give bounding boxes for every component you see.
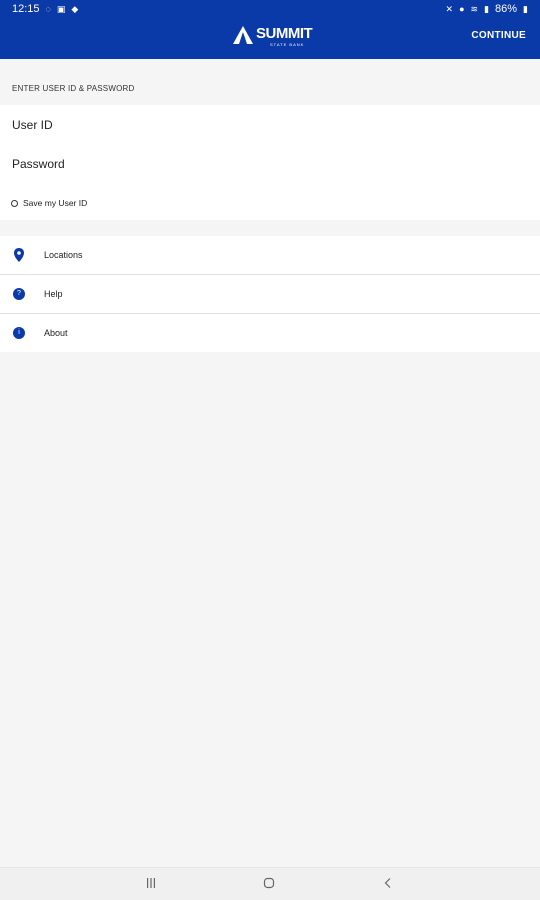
user-id-field[interactable]: User ID bbox=[12, 118, 53, 132]
summit-logo: SUMMIT STATE BANK bbox=[233, 25, 313, 52]
home-icon[interactable] bbox=[263, 877, 275, 889]
help-icon: ? bbox=[13, 288, 25, 300]
app-bar: SUMMIT STATE BANK CONTINUE bbox=[0, 18, 540, 59]
recent-apps-icon[interactable] bbox=[145, 877, 157, 889]
mountain-logo-icon bbox=[233, 26, 253, 44]
signal-icon: ▮ bbox=[484, 3, 490, 14]
logo-main-text: SUMMIT bbox=[256, 25, 313, 42]
mute-icon: ✕ bbox=[445, 3, 454, 14]
logo-sub-text: STATE BANK bbox=[270, 42, 305, 47]
save-user-id-label: Save my User ID bbox=[23, 198, 88, 208]
menu-item-locations[interactable]: Locations bbox=[0, 236, 540, 275]
save-user-id-row[interactable]: Save my User ID bbox=[11, 198, 87, 208]
back-icon[interactable] bbox=[382, 877, 394, 889]
battery-icon: ▮ bbox=[523, 3, 528, 14]
menu-list: Locations ? Help i About bbox=[0, 236, 540, 352]
menu-item-label: Help bbox=[44, 289, 63, 299]
app-notification-icon: ◆ bbox=[71, 3, 79, 14]
image-icon: ▣ bbox=[56, 3, 66, 14]
menu-item-label: Locations bbox=[44, 250, 83, 260]
status-right: ✕ ● ≋ ▮ 86% ▮ bbox=[446, 3, 528, 15]
location-status-icon: ● bbox=[459, 3, 465, 14]
notification-icon: ◌ bbox=[45, 3, 51, 14]
location-pin-icon bbox=[14, 248, 24, 262]
status-bar: 12:15 ◌ ▣ ◆ ✕ ● ≋ ▮ 86% ▮ bbox=[0, 0, 540, 18]
wifi-icon: ≋ bbox=[470, 3, 479, 14]
menu-item-label: About bbox=[44, 328, 68, 338]
system-nav-bar bbox=[0, 867, 540, 900]
status-left: 12:15 ◌ ▣ ◆ bbox=[12, 3, 78, 15]
logo-text: SUMMIT STATE BANK bbox=[256, 25, 313, 48]
battery-percent: 86% bbox=[495, 3, 518, 15]
status-time: 12:15 bbox=[12, 3, 40, 15]
info-icon: i bbox=[13, 327, 25, 339]
continue-button[interactable]: CONTINUE bbox=[471, 30, 526, 41]
menu-item-help[interactable]: ? Help bbox=[0, 275, 540, 314]
menu-item-about[interactable]: i About bbox=[0, 314, 540, 352]
login-section-label: ENTER USER ID & PASSWORD bbox=[12, 84, 135, 93]
save-user-id-checkbox[interactable] bbox=[11, 199, 18, 207]
password-field[interactable]: Password bbox=[12, 157, 65, 171]
